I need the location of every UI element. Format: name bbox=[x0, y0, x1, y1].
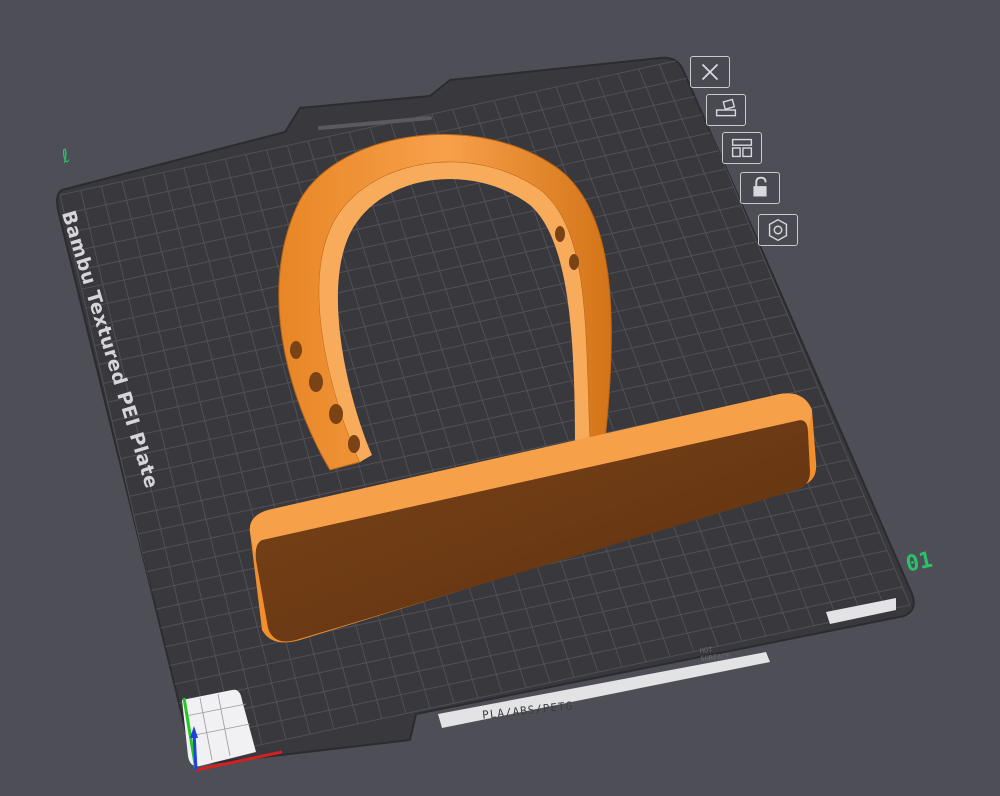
lock-plate-button[interactable] bbox=[740, 172, 780, 204]
build-plate-scene[interactable] bbox=[0, 0, 1000, 792]
3d-viewport[interactable]: Bambu Textured PEI Plate 01 ℓ PLA/ABS/PE… bbox=[0, 0, 1000, 792]
arrange-icon bbox=[731, 138, 753, 158]
lock-icon bbox=[753, 176, 767, 197]
plate-settings-icon bbox=[768, 218, 788, 242]
auto-orient-button[interactable] bbox=[706, 94, 746, 126]
close-plate-button[interactable] bbox=[690, 56, 730, 88]
arrange-button[interactable] bbox=[722, 132, 762, 164]
close-icon bbox=[701, 63, 719, 81]
plate-settings-button[interactable] bbox=[758, 214, 798, 246]
auto-orient-icon bbox=[715, 98, 737, 117]
